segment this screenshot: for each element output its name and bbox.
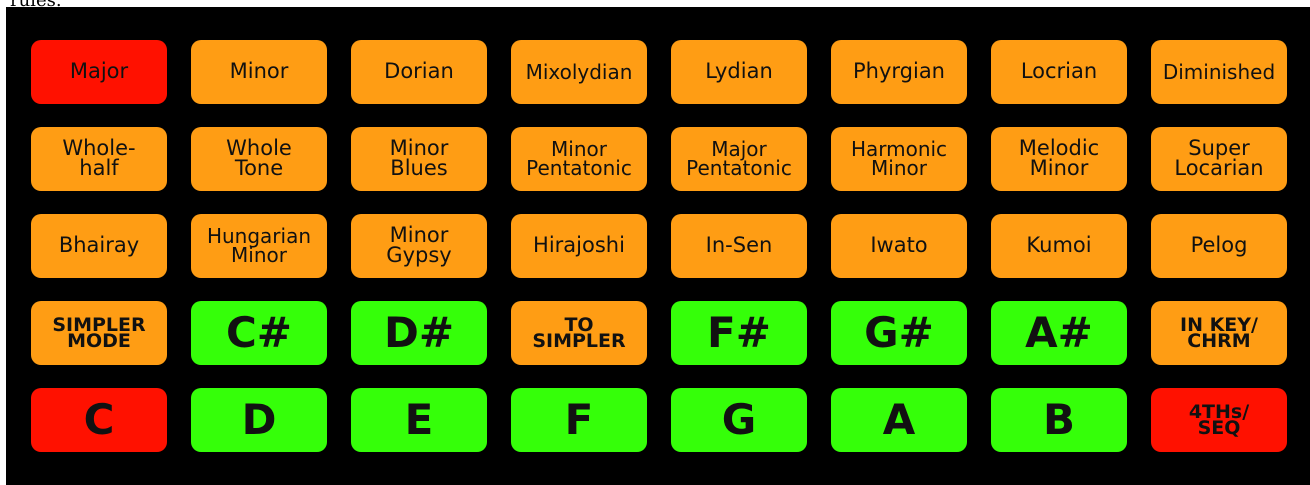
- pad-scale-hungarian-minor[interactable]: Hungarian Minor: [191, 214, 327, 278]
- pad-label: G: [721, 395, 757, 445]
- pad-scale-super-locarian[interactable]: Super Locarian: [1151, 127, 1287, 191]
- pad-label: Harmonic Minor: [850, 137, 948, 180]
- pad-scale-locrian[interactable]: Locrian: [991, 40, 1127, 104]
- pad-grid-panel: Major Minor Dorian Mixolydian Lydian Phy…: [6, 7, 1310, 485]
- pad-label: Lydian: [705, 59, 773, 84]
- pad-label: Locrian: [1020, 59, 1098, 84]
- pad-scale-hirajoshi[interactable]: Hirajoshi: [511, 214, 647, 278]
- pad-label: Minor Gypsy: [386, 223, 452, 267]
- pad-scale-major-pentatonic[interactable]: Major Pentatonic: [671, 127, 807, 191]
- pad-scale-major[interactable]: Major: [31, 40, 167, 104]
- pad-scale-in-sen[interactable]: In-Sen: [671, 214, 807, 278]
- pad-scale-phyrgian[interactable]: Phyrgian: [831, 40, 967, 104]
- pad-scale-diminished[interactable]: Diminished: [1151, 40, 1287, 104]
- pad-note-e[interactable]: E: [351, 388, 487, 452]
- pad-note-g-sharp[interactable]: G#: [831, 301, 967, 365]
- pad-label: Kumoi: [1026, 233, 1092, 258]
- pad-label: Major Pentatonic: [686, 137, 792, 180]
- pad-label: F: [564, 395, 594, 445]
- pad-note-d[interactable]: D: [191, 388, 327, 452]
- pad-label: Major: [69, 59, 129, 84]
- pad-label: Whole Tone: [226, 136, 292, 180]
- pad-grid: Major Minor Dorian Mixolydian Lydian Phy…: [31, 40, 1295, 452]
- pad-scale-minor-gypsy[interactable]: Minor Gypsy: [351, 214, 487, 278]
- pad-scale-minor-pentatonic[interactable]: Minor Pentatonic: [511, 127, 647, 191]
- pad-in-key-chromatic[interactable]: IN KEY/ CHRM: [1151, 301, 1287, 365]
- pad-label: Iwato: [870, 233, 928, 258]
- pad-label: Hirajoshi: [533, 233, 625, 258]
- pad-scale-minor-blues[interactable]: Minor Blues: [351, 127, 487, 191]
- pad-scale-whole-half[interactable]: Whole- half: [31, 127, 167, 191]
- pad-label: C#: [225, 308, 292, 358]
- pad-label: Pelog: [1190, 233, 1248, 258]
- pad-label: D#: [383, 308, 455, 358]
- pad-label: F#: [707, 308, 771, 358]
- pad-scale-harmonic-minor[interactable]: Harmonic Minor: [831, 127, 967, 191]
- pad-note-g[interactable]: G: [671, 388, 807, 452]
- pad-label: SIMPLER MODE: [52, 313, 146, 352]
- pad-note-c[interactable]: C: [31, 388, 167, 452]
- pad-note-f[interactable]: F: [511, 388, 647, 452]
- pad-label: In-Sen: [705, 233, 773, 258]
- pad-label: Minor: [229, 59, 289, 84]
- pad-label: E: [404, 395, 434, 445]
- pad-label: Super Locarian: [1174, 136, 1264, 180]
- pad-scale-whole-tone[interactable]: Whole Tone: [191, 127, 327, 191]
- pad-label: A#: [1025, 308, 1093, 358]
- pad-note-b[interactable]: B: [991, 388, 1127, 452]
- pad-label: 4THs/ SEQ: [1188, 400, 1250, 439]
- pad-to-simpler[interactable]: TO SIMPLER: [511, 301, 647, 365]
- pad-label: Minor Pentatonic: [526, 137, 632, 180]
- pad-scale-minor[interactable]: Minor: [191, 40, 327, 104]
- pad-label: IN KEY/ CHRM: [1180, 313, 1258, 352]
- pad-note-a-sharp[interactable]: A#: [991, 301, 1127, 365]
- pad-label: Dorian: [384, 59, 454, 84]
- pad-label: Hungarian Minor: [206, 224, 312, 267]
- pad-simpler-mode[interactable]: SIMPLER MODE: [31, 301, 167, 365]
- pad-label: A: [882, 395, 916, 445]
- pad-label: Melodic Minor: [1018, 136, 1100, 180]
- pad-note-c-sharp[interactable]: C#: [191, 301, 327, 365]
- pad-label: C: [83, 395, 115, 445]
- pad-label: Mixolydian: [525, 59, 633, 84]
- pad-fourths-sequential[interactable]: 4THs/ SEQ: [1151, 388, 1287, 452]
- pad-label: Phyrgian: [852, 59, 945, 84]
- pad-label: TO SIMPLER: [532, 313, 626, 352]
- pad-label: G#: [864, 308, 934, 358]
- pad-scale-kumoi[interactable]: Kumoi: [991, 214, 1127, 278]
- pad-scale-lydian[interactable]: Lydian: [671, 40, 807, 104]
- pad-scale-melodic-minor[interactable]: Melodic Minor: [991, 127, 1127, 191]
- pad-scale-dorian[interactable]: Dorian: [351, 40, 487, 104]
- pad-scale-iwato[interactable]: Iwato: [831, 214, 967, 278]
- pad-note-d-sharp[interactable]: D#: [351, 301, 487, 365]
- pad-label: D: [241, 395, 277, 445]
- pad-note-f-sharp[interactable]: F#: [671, 301, 807, 365]
- pad-scale-bhairay[interactable]: Bhairay: [31, 214, 167, 278]
- pad-label: Bhairay: [58, 233, 140, 258]
- pad-note-a[interactable]: A: [831, 388, 967, 452]
- pad-label: Whole- half: [62, 136, 136, 180]
- pad-label: Diminished: [1162, 59, 1276, 84]
- pad-label: Minor Blues: [389, 136, 449, 180]
- pad-label: B: [1042, 395, 1075, 445]
- pad-scale-mixolydian[interactable]: Mixolydian: [511, 40, 647, 104]
- pad-scale-pelog[interactable]: Pelog: [1151, 214, 1287, 278]
